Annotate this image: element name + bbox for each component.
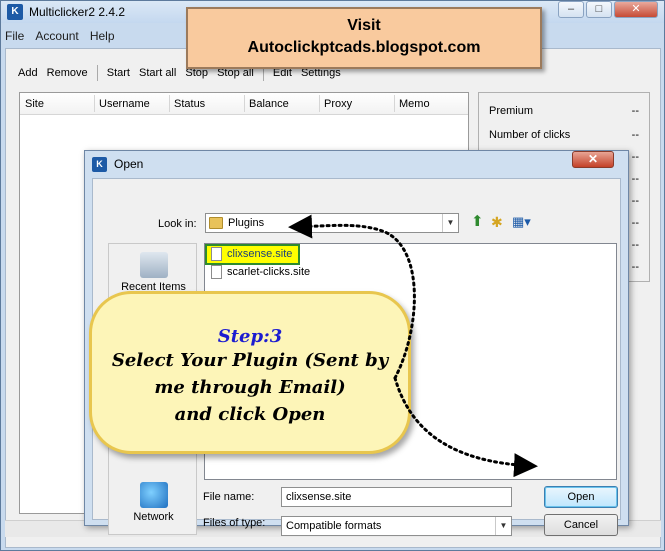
grid-header: Site Username Status Balance Proxy Memo <box>20 93 468 115</box>
menu-help[interactable]: Help <box>90 29 115 43</box>
dialog-title: Open <box>114 157 144 171</box>
dialog-app-icon: K <box>92 157 107 172</box>
column-header-balance[interactable]: Balance <box>249 98 289 110</box>
start-button[interactable]: Start <box>107 67 130 79</box>
cancel-button[interactable]: Cancel <box>544 514 618 536</box>
file-name-label: File name: <box>203 491 255 503</box>
stat-value: -- <box>631 173 639 185</box>
visit-banner: Visit Autoclickptcads.blogspot.com <box>186 7 542 69</box>
column-header-memo[interactable]: Memo <box>399 98 430 110</box>
file-icon <box>211 265 222 279</box>
look-in-label: Look in: <box>158 218 197 230</box>
look-in-value: Plugins <box>228 217 265 229</box>
file-type-label: Files of type: <box>203 517 266 529</box>
file-item-clixsense[interactable]: clixsense.site <box>205 244 300 265</box>
chevron-down-icon[interactable]: ▼ <box>442 214 458 232</box>
file-name: scarlet-clicks.site <box>227 266 311 278</box>
menu-file[interactable]: File <box>5 29 24 43</box>
banner-line-2: Autoclickptcads.blogspot.com <box>247 39 481 56</box>
column-header-proxy[interactable]: Proxy <box>324 98 352 110</box>
minimize-button[interactable]: – <box>558 1 584 18</box>
column-header-status[interactable]: Status <box>174 98 205 110</box>
step-callout: Step:3 Select Your Plugin (Sent by me th… <box>89 291 411 454</box>
stat-value: -- <box>631 151 639 163</box>
stat-value: -- <box>631 129 639 141</box>
stat-label: Premium <box>489 105 534 117</box>
look-in-dropdown[interactable]: Plugins ▼ <box>205 213 459 233</box>
place-label: Network <box>133 511 174 523</box>
column-header-username[interactable]: Username <box>99 98 150 110</box>
stat-value: -- <box>631 105 639 117</box>
start-all-button[interactable]: Start all <box>139 67 176 79</box>
place-network[interactable]: Network <box>109 482 198 523</box>
maximize-button[interactable]: □ <box>586 1 612 18</box>
close-button[interactable]: ✕ <box>614 1 658 18</box>
remove-button[interactable]: Remove <box>47 67 88 79</box>
dialog-close-button[interactable]: ✕ <box>572 151 614 168</box>
add-button[interactable]: Add <box>18 67 38 79</box>
callout-line-2: me through Email) <box>154 377 346 398</box>
up-folder-icon[interactable]: ⬆ <box>471 214 487 231</box>
view-menu-icon[interactable]: ▦▾ <box>512 215 534 231</box>
banner-line-1: Visit <box>347 17 381 34</box>
stat-value: -- <box>631 195 639 207</box>
chevron-down-icon[interactable]: ▼ <box>495 517 511 535</box>
menu-account[interactable]: Account <box>35 29 78 43</box>
toolbar-separator <box>96 65 98 81</box>
callout-step: Step:3 <box>217 326 283 347</box>
file-type-value: Compatible formats <box>286 520 382 532</box>
app-icon: K <box>7 4 23 20</box>
stat-value: -- <box>631 217 639 229</box>
stat-value: -- <box>631 239 639 251</box>
new-folder-icon[interactable]: ✱ <box>491 215 507 231</box>
stat-label: Number of clicks <box>489 129 571 141</box>
recent-items-icon <box>139 252 168 278</box>
open-button[interactable]: Open <box>544 486 618 508</box>
file-type-dropdown[interactable]: Compatible formats ▼ <box>281 516 512 536</box>
network-icon <box>139 482 168 508</box>
menu-bar: File Account Help <box>5 29 123 47</box>
callout-line-1: Select Your Plugin (Sent by <box>111 350 389 371</box>
folder-icon <box>209 217 223 229</box>
window-title: Multiclicker2 2.4.2 <box>29 5 126 19</box>
place-recent-items[interactable]: Recent Items <box>109 252 198 293</box>
file-icon <box>211 247 222 261</box>
stat-value: -- <box>631 261 639 273</box>
column-header-site[interactable]: Site <box>25 98 44 110</box>
callout-line-3: and click Open <box>174 404 326 425</box>
file-name: clixsense.site <box>227 248 293 260</box>
file-name-input[interactable]: clixsense.site <box>281 487 512 507</box>
file-item-scarlet-clicks[interactable]: scarlet-clicks.site <box>207 264 310 281</box>
